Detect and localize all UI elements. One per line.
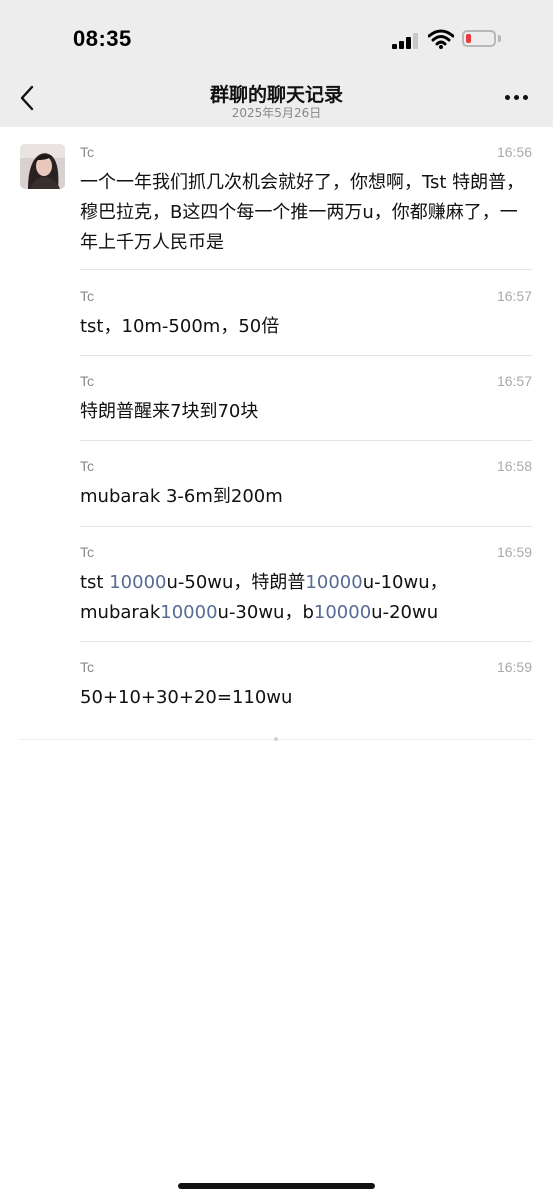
- end-marker-dot: [274, 737, 278, 741]
- page-title: 群聊的聊天记录: [209, 84, 343, 106]
- message-text: 特朗普醒来7块到70块: [80, 401, 259, 422]
- message-text-part: u-20wu: [371, 602, 439, 623]
- number-link[interactable]: 10000: [109, 572, 166, 593]
- message-text: 一个一年我们抓几次机会就好了，你想啊，Tst 特朗普，穆巴拉克，B这四个每一个推…: [80, 172, 525, 253]
- message-time: 16:57: [496, 373, 532, 389]
- message-sender: Tc: [80, 373, 94, 389]
- message-text: tst 10000u-50wu，特朗普10000u-10wu，mubarak10…: [80, 568, 532, 628]
- battery-icon: [462, 30, 496, 47]
- home-indicator[interactable]: [178, 1183, 375, 1189]
- message-sender: Tc: [80, 288, 94, 304]
- message-time: 16:58: [496, 458, 532, 474]
- message-time: 16:59: [496, 544, 532, 560]
- message-divider: [80, 526, 532, 527]
- number-link[interactable]: 10000: [314, 602, 371, 623]
- message-text-part: u-30wu，b: [217, 602, 314, 623]
- battery-tip: [498, 35, 501, 42]
- message-text-part: tst: [80, 572, 110, 593]
- message-divider: [80, 641, 532, 642]
- message-divider: [80, 440, 532, 441]
- message-time: 16:59: [496, 659, 532, 675]
- number-link[interactable]: 10000: [305, 572, 362, 593]
- avatar[interactable]: [20, 144, 65, 189]
- message-time: 16:56: [496, 144, 532, 160]
- message-time: 16:57: [496, 288, 532, 304]
- cellular-signal-icon: [392, 33, 420, 49]
- number-link[interactable]: 10000: [160, 602, 217, 623]
- message-sender: Tc: [80, 659, 94, 675]
- ellipsis-icon[interactable]: [505, 95, 529, 101]
- message-sender: Tc: [80, 544, 94, 560]
- page-subtitle-date: 2025年5月26日: [231, 106, 322, 120]
- message-text: 50+10+30+20=110wu: [80, 687, 293, 708]
- message-sender: Tc: [80, 144, 94, 160]
- status-time: 08:35: [73, 26, 132, 51]
- message-text: tst，10m-500m，50倍: [80, 316, 280, 337]
- message-divider: [80, 355, 532, 356]
- wifi-icon: [428, 29, 454, 49]
- message-divider: [80, 269, 532, 270]
- message-text: mubarak 3-6m到200m: [80, 486, 283, 507]
- message-sender: Tc: [80, 458, 94, 474]
- message-text-part: u-50wu，特朗普: [166, 572, 306, 593]
